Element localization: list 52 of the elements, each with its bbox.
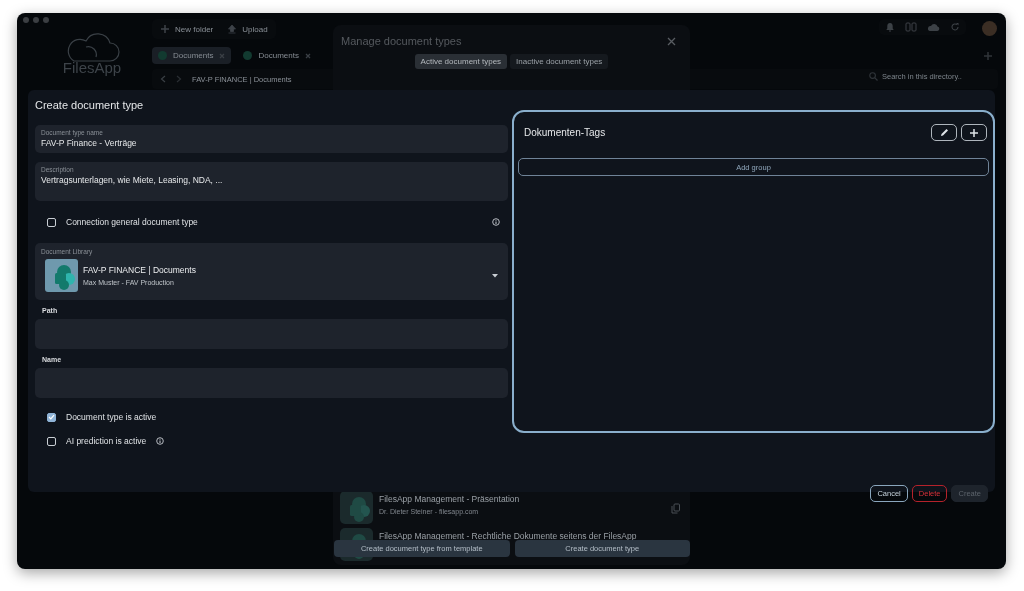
item-title[interactable]: FilesApp Management - Präsentation [379,494,665,504]
library-icon [158,51,167,60]
checkbox-label: Connection general document type [66,217,198,227]
pencil-icon [939,128,949,137]
tab[interactable]: Active document types [414,54,508,69]
plus-icon [160,24,170,34]
bell-icon[interactable] [885,22,895,32]
plus-icon [969,127,979,138]
panel-title: Dokumenten-Tags [524,127,606,138]
close-icon[interactable] [667,36,676,46]
back-icon[interactable] [160,75,166,83]
field-value: FAV-P Finance - Verträge [41,138,138,148]
checkbox[interactable] [47,217,56,227]
search-icon [869,72,878,81]
avatar[interactable] [982,21,997,36]
library-title: FAV-P FINANCE | Documents [83,265,197,275]
add-button[interactable] [961,124,987,141]
forward-icon[interactable] [176,75,182,83]
edit-button[interactable] [931,124,957,141]
tab[interactable]: Documents [152,47,232,64]
dialog-title: Manage document types [341,35,462,47]
info-icon[interactable] [492,218,500,226]
close-icon[interactable] [219,52,226,59]
item-title[interactable]: FilesApp Management - Rechtliche Dokumente seitens der FilesApp [379,531,680,541]
copy-icon[interactable] [671,503,680,514]
window-control-dot[interactable] [23,17,29,23]
tab[interactable]: Documents [237,47,317,64]
field-value: Vertragsunterlagen, wie Miete, Leasing, NDA, ... [41,175,224,185]
info-icon[interactable] [156,437,165,445]
check-icon [48,414,55,420]
window-control-dot[interactable] [33,17,39,23]
toolbar-button[interactable]: New folder [158,22,216,36]
cloud-icon[interactable] [927,22,940,32]
checkbox-label: AI prediction is active [66,436,147,446]
library-icon [340,491,373,524]
window-control-dot[interactable] [43,17,49,23]
tab-label: Documents [173,51,214,60]
checkbox[interactable] [47,436,56,446]
checkbox[interactable] [47,412,56,422]
tab[interactable]: Inactive document types [510,54,609,69]
toolbar-button[interactable]: Upload [225,22,270,36]
library-icon [243,51,253,60]
logo-text: FilesApp [62,59,122,76]
upload-icon [227,24,238,34]
close-icon[interactable] [304,52,311,59]
tab-label: Documents [258,51,299,60]
plus-icon[interactable] [983,51,993,61]
dialog-title: Create document type [35,99,145,111]
columns-icon[interactable] [905,22,917,32]
checkbox-label: Document type is active [66,412,157,422]
caret-icon [492,273,498,278]
refresh-icon[interactable] [950,22,960,32]
